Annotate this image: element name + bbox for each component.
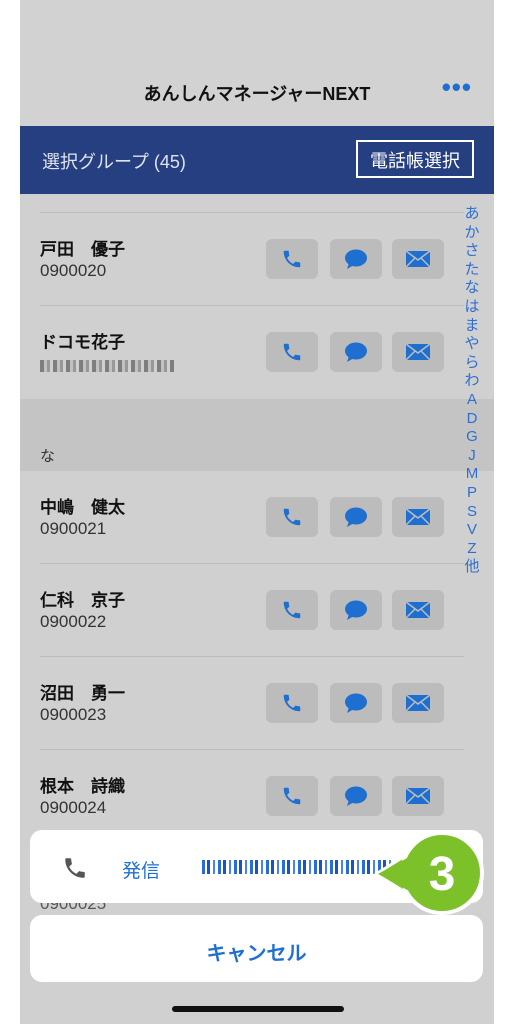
index-letter[interactable]: な [458,279,486,298]
group-bar: 選択グループ (45) 電話帳選択 [20,126,494,194]
mail-button[interactable] [392,776,444,816]
chat-bubble-icon [345,342,367,362]
phone-icon [283,787,301,805]
contact-number: 0900020 [40,261,107,280]
call-button[interactable] [266,590,318,630]
chat-bubble-icon [345,600,367,620]
call-label: 発信 [122,861,161,882]
list-item[interactable]: 沼田 勇一 0900023 [20,657,494,749]
navigation-bar: あんしんマネージャーNEXT ••• [20,0,494,126]
call-button[interactable] [266,332,318,372]
phone-icon [283,250,301,268]
mail-icon [405,508,431,526]
message-button[interactable] [330,776,382,816]
contact-number: 0900022 [40,612,107,631]
mail-icon [405,787,431,805]
phone-icon [283,601,301,619]
mail-button[interactable] [392,239,444,279]
mail-icon [405,343,431,361]
contact-number: 0900021 [40,519,107,538]
chat-bubble-icon [345,249,367,269]
mail-button[interactable] [392,590,444,630]
message-button[interactable] [330,590,382,630]
list-item[interactable]: 戸田 優子 0900020 [20,213,494,305]
chat-bubble-icon [345,786,367,806]
list-item[interactable]: 中嶋 健太 0900021 [20,471,494,563]
section-label: な [40,448,56,465]
mail-button[interactable] [392,683,444,723]
home-indicator [172,1006,344,1012]
index-letter[interactable]: さ [458,242,486,261]
chat-bubble-icon [345,693,367,713]
index-letter[interactable]: わ [458,372,486,391]
index-letter[interactable]: た [458,261,486,280]
mail-icon [405,250,431,268]
phonebook-select-button[interactable]: 電話帳選択 [356,140,474,178]
call-button[interactable] [266,239,318,279]
contact-number: 0900023 [40,705,107,724]
cancel-label: キャンセル [206,943,307,965]
chat-bubble-icon [345,507,367,527]
step-callout: 3 [374,831,484,915]
contact-name: ドコモ花子 [40,333,125,352]
mail-button[interactable] [392,497,444,537]
call-button[interactable] [266,776,318,816]
page-title: あんしんマネージャーNEXT [143,84,371,104]
list-item[interactable]: 仁科 京子 0900022 [20,564,494,656]
index-letter[interactable]: J [458,447,486,466]
index-letter[interactable]: ら [458,354,486,373]
contact-name: 戸田 優子 [40,240,125,259]
index-letter[interactable]: は [458,298,486,317]
index-letter[interactable]: あ [458,205,486,224]
alphabet-index[interactable]: あかさたなはまやらわADGJMPSVZ他 [458,205,486,577]
index-letter[interactable]: V [458,521,486,540]
message-button[interactable] [330,683,382,723]
message-button[interactable] [330,239,382,279]
index-letter[interactable]: ま [458,317,486,336]
phone-icon [283,508,301,526]
mail-icon [405,601,431,619]
contact-name: 沼田 勇一 [40,684,125,703]
index-letter[interactable]: S [458,503,486,522]
message-button[interactable] [330,497,382,537]
callout-number: 3 [429,848,456,901]
more-icon[interactable]: ••• [442,72,472,103]
redacted-number [40,360,174,372]
contact-name: 中嶋 健太 [40,498,125,517]
group-label: 選択グループ (45) [42,152,186,172]
message-button[interactable] [330,332,382,372]
index-letter[interactable]: D [458,410,486,429]
index-letter[interactable]: P [458,484,486,503]
section-header: な [20,399,494,471]
list-item[interactable]: ドコモ花子 [20,306,494,398]
cancel-button[interactable]: キャンセル [30,915,483,982]
mail-icon [405,694,431,712]
index-letter[interactable]: M [458,465,486,484]
index-letter[interactable]: A [458,391,486,410]
index-letter[interactable]: か [458,224,486,243]
phone-icon [65,858,85,878]
call-button[interactable] [266,683,318,723]
index-letter[interactable]: Z [458,540,486,559]
mail-button[interactable] [392,332,444,372]
phone-icon [283,343,301,361]
contact-number: 0900024 [40,798,107,817]
contact-name: 仁科 京子 [40,591,125,610]
redacted-number [202,860,394,874]
call-button[interactable] [266,497,318,537]
index-letter[interactable]: や [458,335,486,354]
index-letter[interactable]: 他 [458,558,486,577]
index-letter[interactable]: G [458,428,486,447]
contact-name: 根本 詩織 [40,777,125,796]
phone-icon [283,694,301,712]
